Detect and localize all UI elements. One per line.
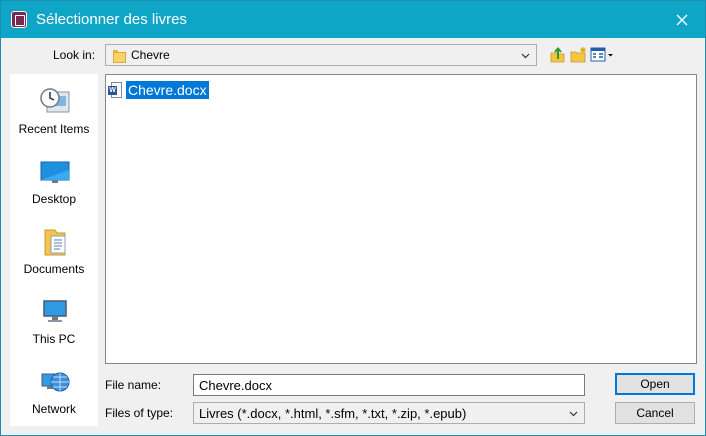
chevron-down-icon (521, 53, 530, 59)
open-button[interactable]: Open (615, 373, 695, 395)
new-folder-icon (570, 47, 586, 63)
look-in-label: Look in: (53, 48, 96, 62)
file-type-label: Files of type: (105, 406, 174, 420)
place-label: Recent Items (18, 122, 90, 136)
title-bar[interactable]: Sélectionner des livres (1, 1, 705, 38)
place-label: Network (31, 402, 76, 416)
file-name-text: Chevre.docx (126, 81, 209, 99)
file-type-select[interactable]: Livres (*.docx, *.html, *.sfm, *.txt, *.… (193, 402, 585, 424)
place-label: Desktop (31, 192, 77, 206)
cancel-button[interactable]: Cancel (615, 402, 695, 424)
up-folder-icon (550, 46, 565, 63)
place-network[interactable]: Network (10, 364, 98, 426)
file-name-field[interactable] (193, 374, 585, 396)
file-type-value: Livres (*.docx, *.html, *.sfm, *.txt, *.… (199, 406, 467, 421)
list-item[interactable]: W Chevre.docx (108, 81, 209, 99)
documents-icon (44, 229, 66, 256)
close-icon (676, 14, 688, 25)
close-button[interactable] (659, 1, 705, 38)
place-documents[interactable]: Documents (10, 224, 98, 286)
folder-icon (113, 49, 126, 63)
chevron-down-icon (569, 411, 578, 417)
this-pc-icon (43, 300, 67, 322)
view-menu-icon (590, 47, 613, 62)
place-recent-items[interactable]: Recent Items (10, 84, 98, 146)
place-desktop[interactable]: Desktop (10, 154, 98, 216)
look-in-value: Chevre (131, 48, 170, 62)
place-this-pc[interactable]: This PC (10, 294, 98, 356)
network-icon (41, 372, 70, 392)
app-icon (11, 11, 27, 28)
view-menu-button[interactable] (590, 45, 614, 65)
window-title: Sélectionner des livres (36, 11, 187, 28)
file-name-label: File name: (105, 378, 162, 392)
desktop-icon (40, 161, 70, 183)
file-list[interactable]: W Chevre.docx (105, 74, 697, 364)
up-folder-button[interactable] (548, 45, 568, 65)
look-in-combo[interactable]: Chevre (105, 44, 537, 66)
recent-items-icon (40, 88, 70, 113)
word-doc-icon: W (108, 82, 122, 98)
place-label: This PC (32, 332, 76, 346)
place-label: Documents (23, 262, 85, 276)
file-dialog: Sélectionner des livres Look in: Chevre (0, 0, 706, 436)
places-bar: Recent Items Desktop Documents This PC N… (10, 74, 98, 426)
new-folder-button[interactable] (569, 45, 589, 65)
